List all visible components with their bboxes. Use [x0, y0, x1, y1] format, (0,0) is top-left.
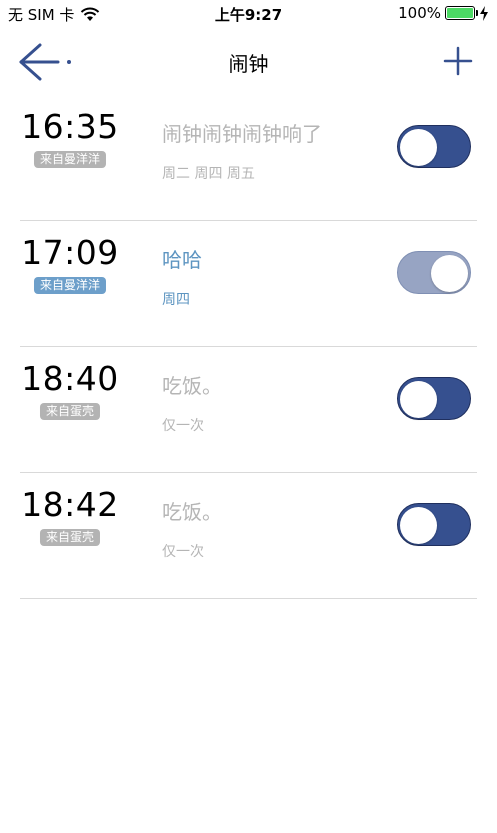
- alarm-time: 18:40: [21, 359, 119, 398]
- status-right: 100%: [398, 4, 489, 22]
- alarm-source-badge: 来自蛋壳: [39, 529, 101, 546]
- alarm-label: 闹钟闹钟闹钟响了: [162, 122, 322, 146]
- charging-icon: [480, 5, 488, 21]
- alarm-toggle[interactable]: [397, 125, 471, 168]
- alarm-repeat-days: 周四: [162, 292, 190, 308]
- alarm-item[interactable]: 18:40 来自蛋壳 吃饭。 仅一次: [20, 347, 477, 473]
- status-bar: 无 SIM 卡 上午9:27 100%: [0, 0, 497, 28]
- alarm-time: 16:35: [21, 107, 119, 146]
- alarm-label: 吃饭。: [162, 374, 222, 398]
- battery-icon: [445, 6, 478, 20]
- alarm-toggle[interactable]: [397, 251, 471, 294]
- alarm-source-badge: 来自蛋壳: [39, 403, 101, 420]
- page-title: 闹钟: [228, 52, 269, 76]
- alarm-time: 18:42: [21, 485, 119, 524]
- toggle-knob: [400, 381, 437, 418]
- alarm-list: 16:35 来自曼洋洋 闹钟闹钟闹钟响了 周二 周四 周五 17:09 来自曼洋…: [20, 95, 477, 599]
- alarm-source-badge: 来自曼洋洋: [33, 151, 107, 168]
- alarm-repeat-days: 周二 周四 周五: [162, 166, 255, 182]
- add-alarm-button[interactable]: [443, 46, 473, 76]
- nav-bar: 闹钟: [0, 28, 497, 94]
- alarm-item[interactable]: 17:09 来自曼洋洋 哈哈 周四: [20, 221, 477, 347]
- alarm-toggle[interactable]: [397, 377, 471, 420]
- alarm-repeat-days: 仅一次: [162, 418, 204, 434]
- alarm-toggle[interactable]: [397, 503, 471, 546]
- toggle-knob: [431, 255, 468, 292]
- alarm-label: 吃饭。: [162, 500, 222, 524]
- alarm-source-badge: 来自曼洋洋: [33, 277, 107, 294]
- alarm-item[interactable]: 18:42 来自蛋壳 吃饭。 仅一次: [20, 473, 477, 599]
- alarm-item[interactable]: 16:35 来自曼洋洋 闹钟闹钟闹钟响了 周二 周四 周五: [20, 95, 477, 221]
- alarm-label: 哈哈: [162, 248, 202, 272]
- alarm-repeat-days: 仅一次: [162, 544, 204, 560]
- toggle-knob: [400, 507, 437, 544]
- alarm-time: 17:09: [21, 233, 119, 272]
- battery-percent: 100%: [398, 4, 441, 22]
- toggle-knob: [400, 129, 437, 166]
